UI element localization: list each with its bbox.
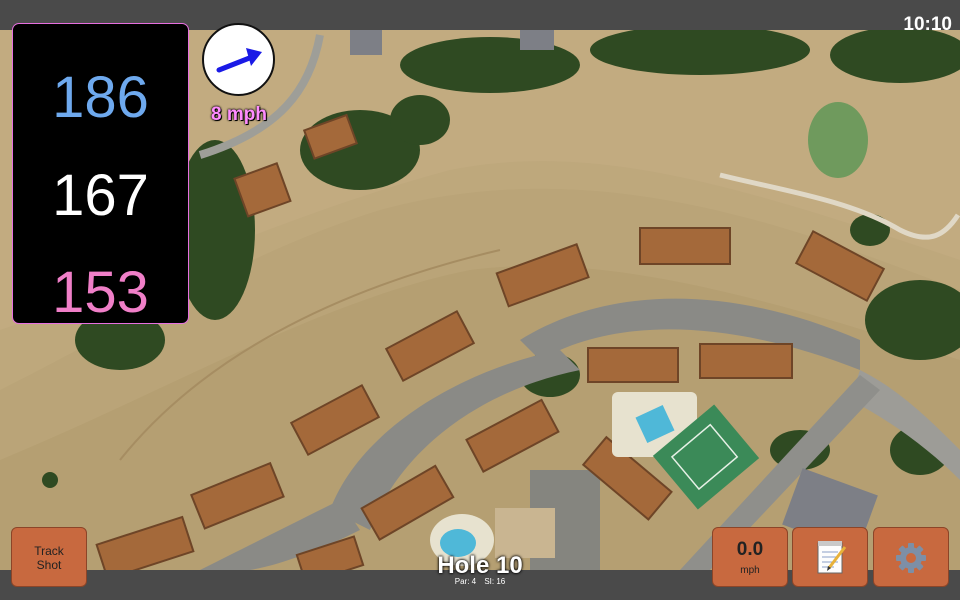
track-shot-label-line2: Shot — [36, 558, 62, 572]
wind-direction-dial — [202, 23, 275, 96]
track-shot-label-line1: Track — [34, 544, 64, 558]
distance-panel: 186 167 153 — [12, 23, 189, 324]
track-shot-button[interactable]: Track Shot — [11, 527, 87, 587]
hole-title: Hole 10 — [437, 552, 523, 579]
hole-stroke-index: SI: 16 — [484, 577, 506, 586]
golf-gps-app: 10:10 186 167 153 8 mph Track Shot Hole … — [0, 0, 960, 600]
scorecard-button[interactable] — [792, 527, 868, 587]
wind-speed-unit: mph — [740, 565, 760, 576]
settings-button[interactable] — [873, 527, 949, 587]
wind-speed-label: 8 mph — [211, 104, 267, 125]
back-distance: 186 — [52, 65, 149, 130]
notepad-icon — [817, 541, 847, 574]
hole-par: Par: 4 — [454, 577, 477, 586]
wind-speed-button[interactable]: 0.0 mph — [712, 527, 788, 587]
front-distance: 153 — [52, 260, 149, 325]
wind-arrow-icon — [216, 48, 262, 73]
hole-info: Par: 4 SI: 16 — [380, 577, 580, 586]
middle-distance: 167 — [52, 163, 149, 228]
gear-icon — [896, 543, 926, 573]
wind-speed-value: 0.0 — [736, 539, 764, 560]
